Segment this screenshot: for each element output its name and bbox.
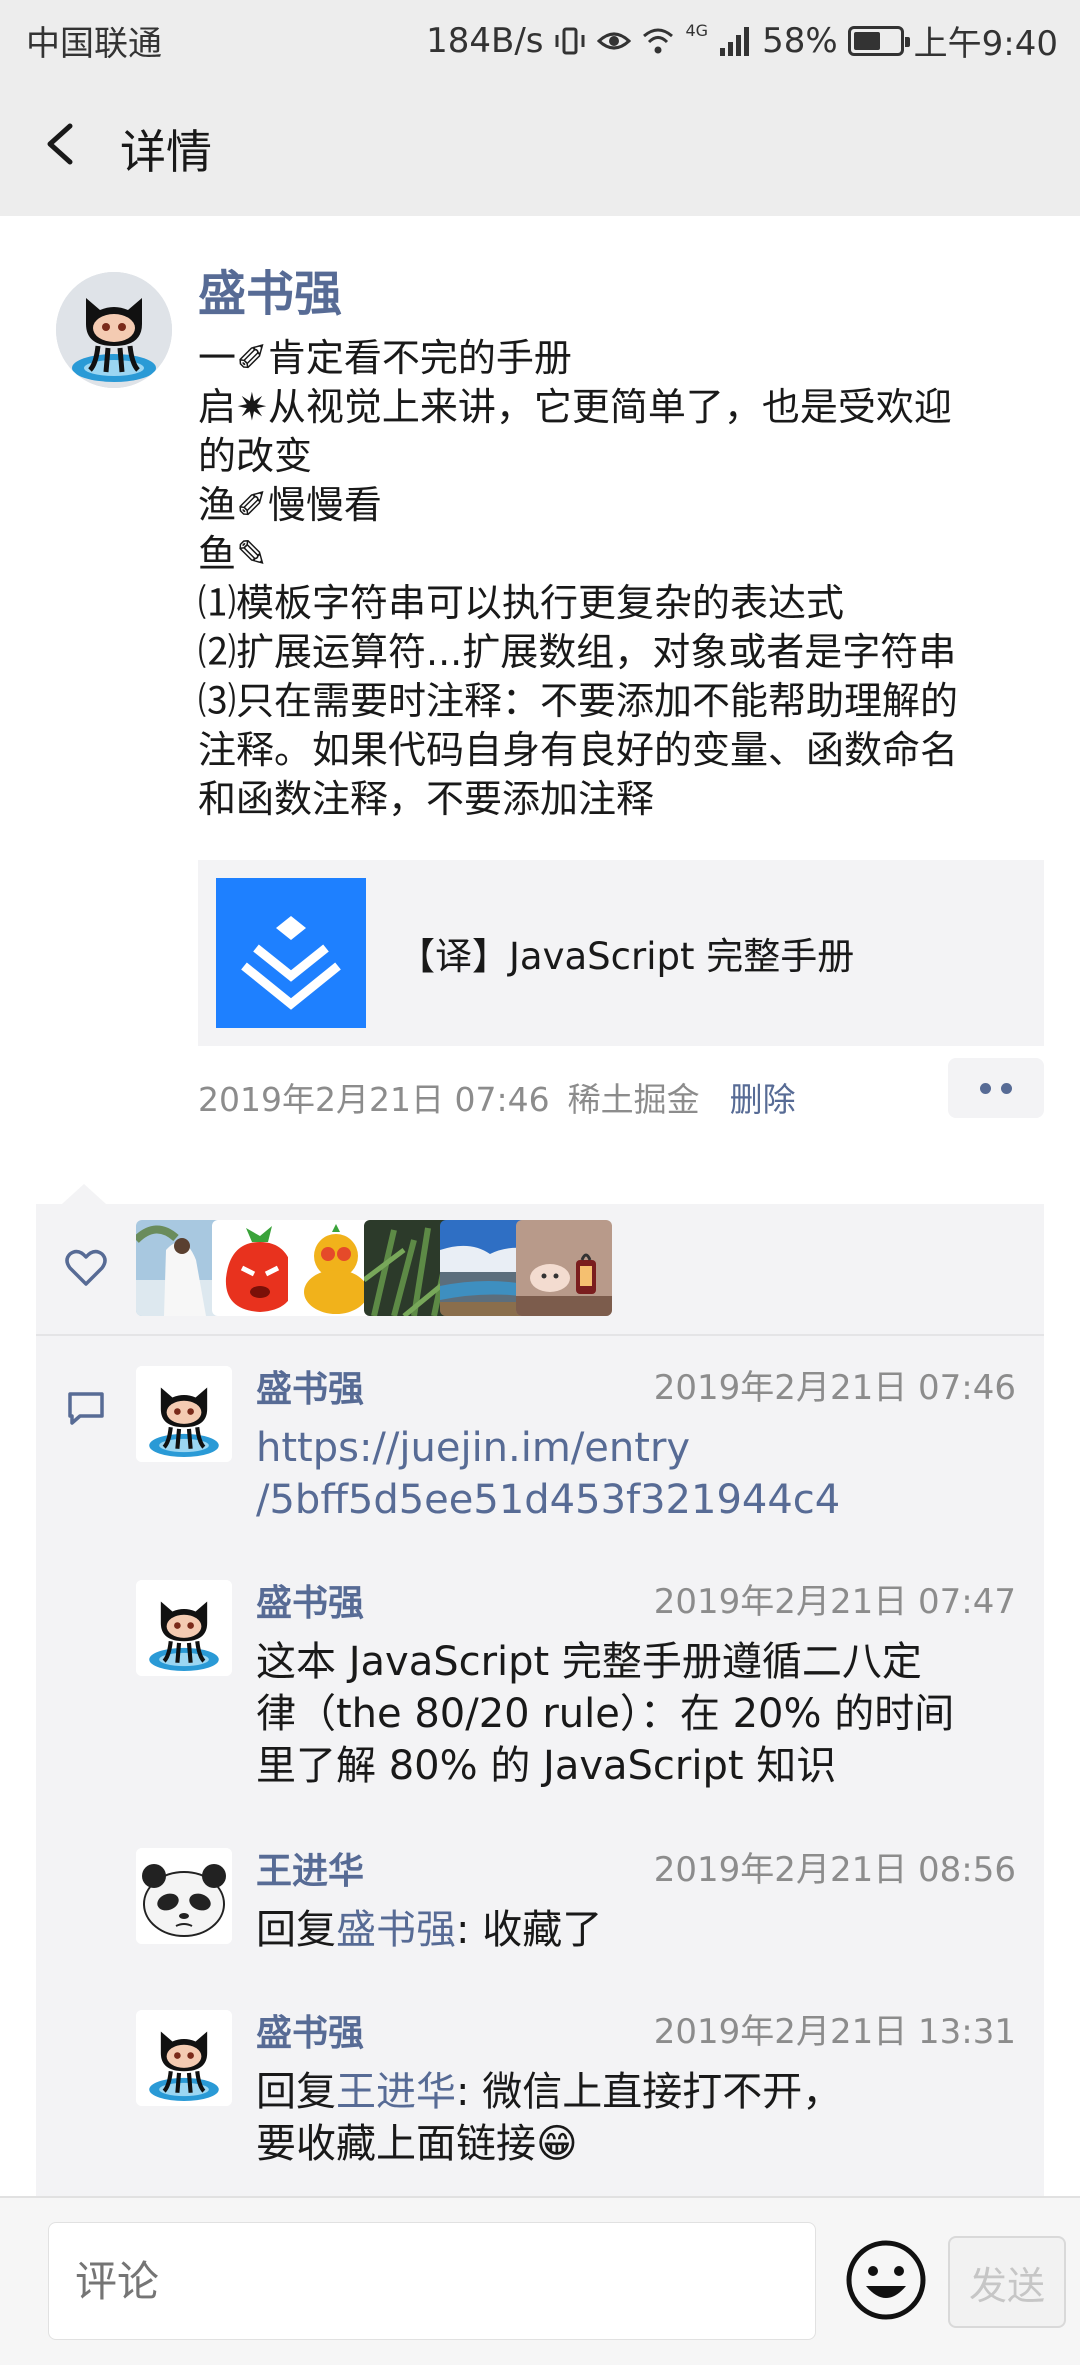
- comment-item[interactable]: 盛书强 2019年2月21日 07:47 这本 JavaScript 完整手册遵…: [136, 1580, 1036, 1789]
- network-speed: 184B/s: [426, 20, 544, 61]
- commenter-name[interactable]: 盛书强: [256, 1574, 364, 1626]
- heart-icon: [65, 1249, 107, 1286]
- comment-line: https://juejin.im/entry: [256, 1425, 691, 1471]
- panel-pointer: [62, 1184, 106, 1204]
- post-meta: 2019年2月21日 07:46 稀土掘金 删除: [198, 1073, 796, 1121]
- signal-icon: [720, 26, 750, 56]
- comment-time: 2019年2月21日 08:56: [653, 1850, 1016, 1890]
- link-title: 【译】JavaScript 完整手册: [398, 935, 855, 978]
- comment-line: 律（the 80/20 rule）：在 20% 的时间: [256, 1691, 955, 1737]
- comment-item[interactable]: 盛书强 2019年2月21日 13:31 回复王进华: 微信上直接打不开， 要收…: [136, 2010, 1036, 2167]
- network-type: 4G: [685, 21, 709, 40]
- dot-icon: [980, 1083, 991, 1094]
- post-line: 一✐肯定看不完的手册: [198, 336, 572, 380]
- comment-input[interactable]: [48, 2222, 816, 2340]
- post-line: 启✷从视觉上来讲，它更简单了，也是受欢迎: [198, 385, 952, 429]
- link-thumbnail: [216, 878, 366, 1028]
- comment-text: 回复王进华: 微信上直接打不开， 要收藏上面链接😁: [256, 2066, 1016, 2170]
- commenter-avatar[interactable]: [136, 1366, 232, 1462]
- comment-time: 2019年2月21日 13:31: [653, 2012, 1016, 2052]
- carrier-label: 中国联通: [26, 24, 162, 64]
- reply-mention[interactable]: 盛书强: [336, 1907, 456, 1953]
- page-title: 详情: [120, 125, 212, 179]
- comment-input-bar: 发送: [0, 2196, 1080, 2365]
- post-date: 2019年2月21日 07:46: [198, 1080, 550, 1119]
- eye-icon: [597, 32, 632, 49]
- commenter-avatar[interactable]: [136, 1580, 232, 1676]
- comment-text: 这本 JavaScript 完整手册遵循二八定 律（the 80/20 rule…: [256, 1636, 1016, 1792]
- commenter-avatar[interactable]: [136, 1848, 232, 1944]
- commenter-avatar[interactable]: [136, 2010, 232, 2106]
- commenter-name[interactable]: 盛书强: [256, 1360, 364, 1412]
- comment-line: 里了解 80% 的 JavaScript 知识: [256, 1743, 837, 1789]
- battery-icon: [847, 25, 910, 56]
- commenter-name[interactable]: 王进华: [256, 1842, 364, 1894]
- reply-text: : 微信上直接打不开，: [456, 2069, 843, 2115]
- post-line: 注释。如果代码自身有良好的变量、函数命名: [198, 728, 959, 772]
- reply-text: : 收藏了: [456, 1907, 603, 1953]
- reply-prefix: 回复: [256, 2069, 336, 2115]
- comment-time: 2019年2月21日 07:47: [653, 1582, 1016, 1622]
- battery-percent: 58%: [762, 20, 838, 61]
- more-actions-button[interactable]: [948, 1058, 1044, 1118]
- comments-panel: 盛书强 2019年2月21日 07:46 https://juejin.im/e…: [36, 1336, 1044, 2196]
- post-line: 鱼✎: [198, 532, 268, 576]
- comment-time: 2019年2月21日 07:46: [653, 1368, 1016, 1408]
- nav-bar: 详情: [0, 72, 1080, 216]
- chevron-left-icon[interactable]: [30, 108, 90, 180]
- comment-line: 要收藏上面链接😁: [256, 2121, 578, 2167]
- reply-mention[interactable]: 王进华: [336, 2069, 456, 2115]
- likes-panel: [36, 1204, 1044, 1334]
- comment-line: /5bff5d5ee51d453f321944c4: [256, 1477, 841, 1523]
- post-line: 渔✐慢慢看: [198, 483, 382, 527]
- dot-icon: [1001, 1083, 1012, 1094]
- delete-button[interactable]: 删除: [730, 1073, 796, 1121]
- status-icons: 184B/s 4G 58% 上午9:40: [426, 16, 1058, 65]
- emoji-icon[interactable]: [844, 2238, 928, 2322]
- post-line: ⑴模板字符串可以执行更复杂的表达式: [198, 581, 845, 625]
- comment-icon: [68, 1392, 104, 1425]
- post-line: ⑶只在需要时注释：不要添加不能帮助理解的: [198, 679, 959, 723]
- comment-link[interactable]: https://juejin.im/entry /5bff5d5ee51d453…: [256, 1422, 1016, 1526]
- octocat-icon: [136, 1580, 232, 1676]
- status-bar: 中国联通 184B/s 4G 58% 上午9:40: [0, 0, 1080, 72]
- post-line: 的改变: [198, 434, 313, 478]
- octocat-icon: [136, 1366, 232, 1462]
- wifi-icon: [643, 28, 674, 53]
- vibrate-icon: [555, 27, 585, 54]
- post-line: 和函数注释，不要添加注释: [198, 777, 655, 821]
- post-text: 一✐肯定看不完的手册 启✷从视觉上来讲，它更简单了，也是受欢迎 的改变 渔✐慢慢…: [198, 334, 1058, 824]
- author-avatar[interactable]: [56, 272, 172, 388]
- send-button[interactable]: 发送: [948, 2236, 1066, 2328]
- comment-item[interactable]: 王进华 2019年2月21日 08:56 回复盛书强: 收藏了: [136, 1848, 1036, 1953]
- comment-text: 回复盛书强: 收藏了: [256, 1904, 1016, 1956]
- liker-avatar[interactable]: [516, 1220, 612, 1316]
- post-line: ⑵扩展运算符...扩展数组，对象或者是字符串: [198, 630, 957, 674]
- post-source[interactable]: 稀土掘金: [568, 1073, 700, 1121]
- author-name[interactable]: 盛书强: [198, 254, 342, 324]
- octocat-icon: [136, 2010, 232, 2106]
- juejin-logo-icon: [241, 916, 341, 1010]
- reply-prefix: 回复: [256, 1907, 336, 1953]
- clock: 上午9:40: [913, 24, 1058, 64]
- comment-item[interactable]: 盛书强 2019年2月21日 07:46 https://juejin.im/e…: [136, 1366, 1036, 1523]
- octocat-icon: [56, 272, 172, 388]
- panda-avatar-icon: [136, 1848, 232, 1944]
- comment-line: 这本 JavaScript 完整手册遵循二八定: [256, 1639, 922, 1685]
- link-card[interactable]: 【译】JavaScript 完整手册: [198, 860, 1044, 1046]
- commenter-name[interactable]: 盛书强: [256, 2004, 364, 2056]
